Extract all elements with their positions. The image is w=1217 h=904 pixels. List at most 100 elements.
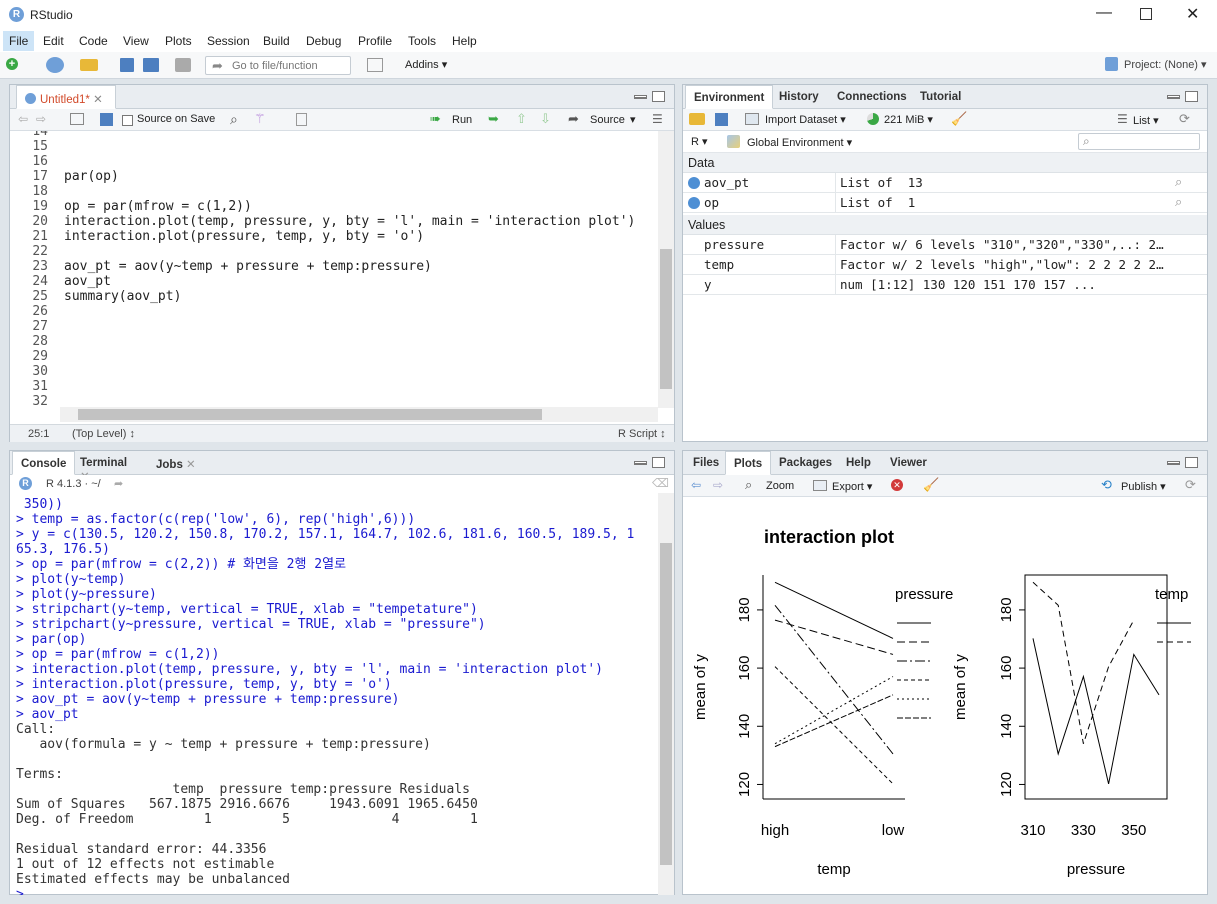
print-icon[interactable] (175, 58, 191, 72)
clear-console-icon[interactable]: ⌫ (652, 476, 669, 490)
minimize-env-icon[interactable] (1167, 95, 1180, 99)
file-type-selector[interactable]: R Script ↕ (618, 428, 666, 440)
tab-history[interactable]: History (771, 85, 827, 109)
run-button[interactable]: Run (452, 114, 472, 126)
magic-wand-icon[interactable]: ⚚ (254, 111, 266, 127)
code-line[interactable]: 31 (10, 379, 658, 394)
console-output[interactable]: 350)) > temp = as.factor(c(rep('low', 6),… (10, 493, 658, 895)
compile-report-icon[interactable] (296, 113, 307, 126)
maximize-plots-icon[interactable] (1185, 457, 1198, 468)
data-row[interactable]: ⌕ op List of 1 (683, 193, 1207, 213)
view-object-icon[interactable]: ⌕ (1175, 194, 1182, 210)
code-line[interactable]: 24 aov_pt (10, 274, 658, 289)
code-line[interactable]: 20 interaction.plot(temp, pressure, y, bt… (10, 214, 658, 229)
code-line[interactable]: 14 (10, 131, 658, 139)
menu-plots[interactable]: Plots (165, 34, 192, 48)
search-icon[interactable]: ⌕ (230, 111, 238, 128)
clear-workspace-icon[interactable]: 🧹 (951, 111, 967, 127)
tab-viewer[interactable]: Viewer (882, 451, 935, 475)
maximize-window-icon[interactable] (1140, 8, 1152, 20)
goto-file-input[interactable]: ➦ Go to file/function (205, 56, 351, 75)
tab-packages[interactable]: Packages (771, 451, 840, 475)
code-line[interactable]: 27 (10, 319, 658, 334)
forward-arrow-icon[interactable]: ⇨ (36, 112, 46, 126)
code-line[interactable]: 25 summary(aov_pt) (10, 289, 658, 304)
menu-profile[interactable]: Profile (358, 34, 392, 48)
menu-debug[interactable]: Debug (306, 34, 341, 48)
code-line[interactable]: 19 op = par(mfrow = c(1,2)) (10, 199, 658, 214)
minimize-window-icon[interactable]: — (1096, 4, 1112, 22)
outline-icon[interactable]: ☰ (652, 112, 663, 126)
tab-terminal[interactable]: Terminal ✕ (72, 451, 142, 483)
refresh-plot-icon[interactable]: ⟳ (1185, 477, 1196, 493)
menu-tools[interactable]: Tools (408, 34, 436, 48)
close-tab-icon[interactable]: ✕ (93, 94, 103, 106)
previous-plot-icon[interactable]: ⇦ (691, 478, 701, 492)
editor-hscroll-thumb[interactable] (78, 409, 542, 420)
env-search-input[interactable]: ⌕ (1078, 133, 1200, 150)
back-arrow-icon[interactable]: ⇦ (18, 112, 28, 126)
menu-code[interactable]: Code (79, 34, 108, 48)
value-row[interactable]: pressure Factor w/ 6 levels "310","320","… (683, 235, 1207, 255)
code-line[interactable]: 26 (10, 304, 658, 319)
code-line[interactable]: 18 (10, 184, 658, 199)
editor-hscrollbar[interactable] (60, 407, 658, 422)
view-object-icon[interactable]: ⌕ (1175, 174, 1182, 190)
tab-environment[interactable]: Environment (685, 85, 774, 109)
new-project-icon[interactable] (46, 57, 64, 73)
save-workspace-icon[interactable] (715, 113, 728, 126)
menu-build[interactable]: Build (263, 34, 290, 48)
view-mode-menu[interactable]: List ▾ (1133, 114, 1159, 127)
load-workspace-icon[interactable] (689, 113, 705, 125)
maximize-pane-icon[interactable] (652, 91, 665, 102)
data-row[interactable]: ⌕ aov_pt List of 13 (683, 173, 1207, 193)
language-menu[interactable]: R ▾ (691, 135, 708, 148)
tab-untitled1[interactable]: Untitled1* ✕ (16, 85, 116, 109)
tab-files[interactable]: Files (685, 451, 727, 475)
next-plot-icon[interactable]: ⇨ (713, 478, 723, 492)
code-line[interactable]: 32 (10, 394, 658, 408)
expand-object-icon[interactable] (688, 177, 700, 189)
close-window-icon[interactable]: ✕ (1186, 4, 1199, 24)
menu-help[interactable]: Help (452, 34, 477, 48)
tab-help[interactable]: Help (838, 451, 879, 475)
zoom-button[interactable]: Zoom (766, 480, 794, 492)
open-file-icon[interactable] (80, 59, 98, 71)
remove-plot-icon[interactable]: ✕ (891, 479, 903, 491)
value-row[interactable]: temp Factor w/ 2 levels "high","low": 2 2… (683, 255, 1207, 275)
code-line[interactable]: 23 aov_pt = aov(y~temp + pressure + temp:… (10, 259, 658, 274)
maximize-env-icon[interactable] (1185, 91, 1198, 102)
editor-vscroll-thumb[interactable] (660, 249, 672, 389)
code-line[interactable]: 21 interaction.plot(pressure, temp, y, bt… (10, 229, 658, 244)
show-in-window-icon[interactable] (70, 113, 84, 125)
project-menu[interactable]: Project: (None) ▾ (1124, 58, 1207, 71)
go-down-icon[interactable]: ⇩ (540, 111, 551, 127)
scope-menu[interactable]: Global Environment ▾ (747, 136, 852, 149)
code-line[interactable]: 29 (10, 349, 658, 364)
code-line[interactable]: 28 (10, 334, 658, 349)
minimize-plots-icon[interactable] (1167, 461, 1180, 465)
menu-edit[interactable]: Edit (43, 34, 64, 48)
close-jobs-icon[interactable]: ✕ (186, 459, 196, 471)
value-row[interactable]: y num [1:12] 130 120 151 170 157 ... (683, 275, 1207, 295)
code-line[interactable]: 30 (10, 364, 658, 379)
addins-menu[interactable]: Addins ▾ (405, 58, 447, 71)
minimize-pane-icon[interactable] (634, 95, 647, 99)
menu-file[interactable]: File (9, 34, 28, 48)
menu-view[interactable]: View (123, 34, 149, 48)
goto-directory-icon[interactable]: ➦ (114, 477, 123, 490)
source-dropdown-icon[interactable]: ▾ (630, 113, 636, 126)
tab-plots[interactable]: Plots (725, 451, 772, 475)
scope-selector[interactable]: (Top Level) ↕ (72, 428, 135, 440)
refresh-env-icon[interactable]: ⟳ (1179, 111, 1190, 127)
export-menu[interactable]: Export ▾ (832, 480, 872, 493)
expand-object-icon[interactable] (688, 197, 700, 209)
code-line[interactable]: 17 par(op) (10, 169, 658, 184)
tab-console[interactable]: Console (12, 451, 76, 475)
source-button[interactable]: Source (590, 114, 625, 126)
maximize-console-icon[interactable] (652, 457, 665, 468)
code-line[interactable]: 16 (10, 154, 658, 169)
tab-tutorial[interactable]: Tutorial (912, 85, 969, 109)
save-icon[interactable] (120, 58, 134, 72)
editor-vscrollbar[interactable] (658, 131, 674, 408)
